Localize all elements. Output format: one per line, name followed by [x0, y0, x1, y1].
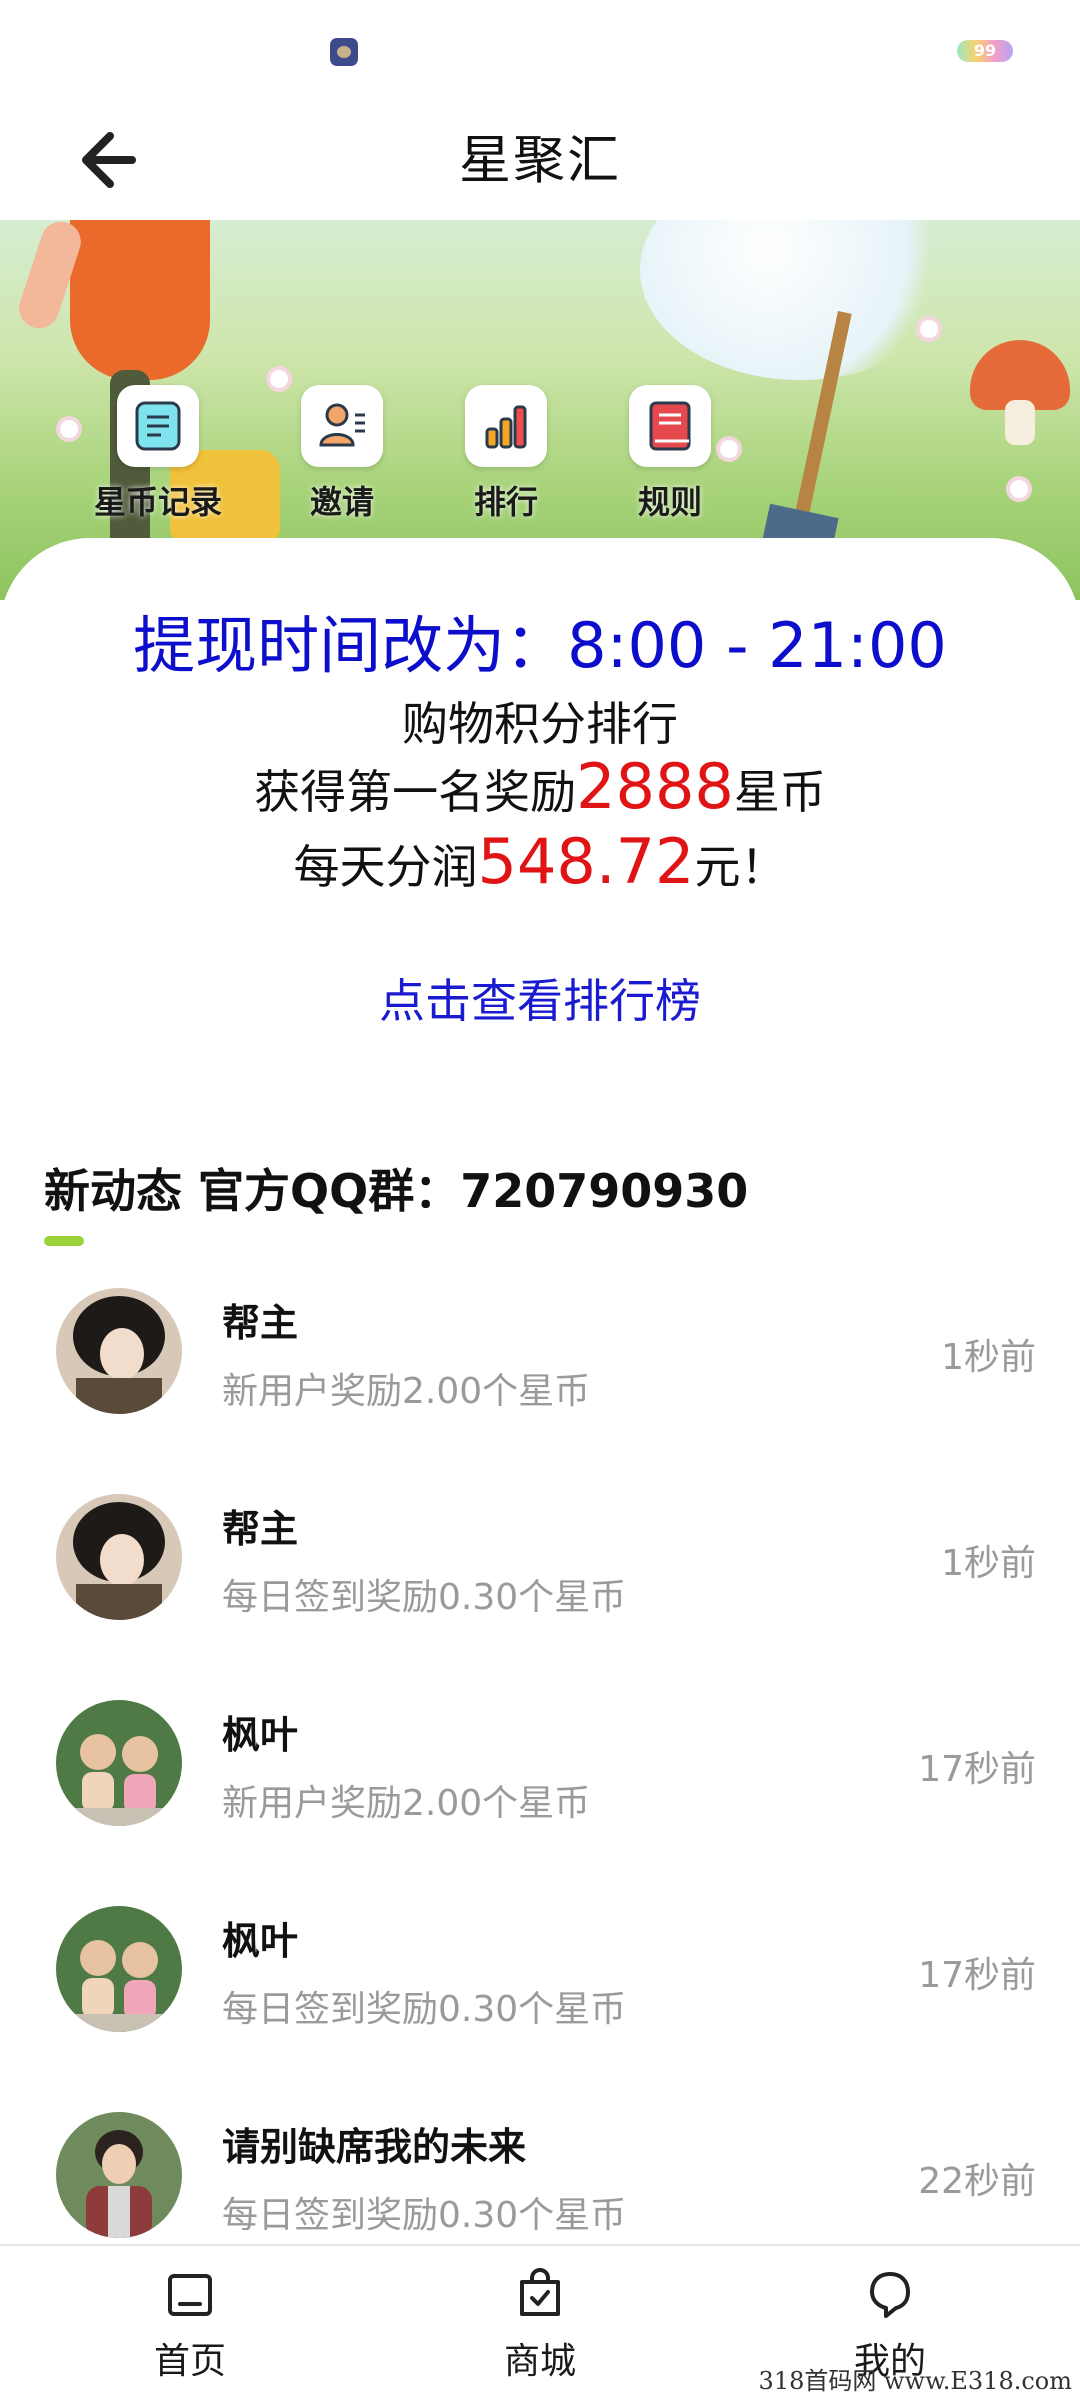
feed-user-name: 枫叶 — [222, 1713, 299, 1757]
quick-item-invite[interactable]: 邀请 — [262, 385, 422, 545]
nav-label: 商城 — [503, 2341, 576, 2382]
avatar — [56, 1906, 182, 2032]
quick-item-label: 排行 — [473, 483, 538, 521]
feed-time: 17秒前 — [918, 1955, 1036, 1996]
nav-label: 首页 — [153, 2341, 226, 2382]
profile-icon — [870, 2272, 910, 2318]
feed-time: 1秒前 — [941, 1337, 1036, 1378]
feed-user-name: 帮主 — [222, 1507, 299, 1551]
home-icon — [168, 2274, 212, 2316]
avatar — [56, 1700, 182, 1826]
quick-item-ranking[interactable]: 排行 — [426, 385, 586, 545]
feed-item[interactable]: 帮主 每日签到奖励0.30个星币 1秒前 — [0, 1476, 1080, 1682]
quick-item-star-coin-record[interactable]: 星币记录 — [78, 385, 238, 545]
daily-share-amount: 548.72 — [477, 825, 695, 898]
quick-item-label: 邀请 — [309, 483, 374, 521]
avatar — [56, 1494, 182, 1620]
notice-daily-share-suffix: 元！ — [694, 840, 787, 894]
page-title: 星聚汇 — [458, 131, 621, 191]
feed-description: 新用户奖励2.00个星币 — [222, 1371, 591, 1412]
feed-description: 每日签到奖励0.30个星币 — [222, 1989, 627, 2030]
invite-user-icon — [319, 403, 365, 447]
quick-item-rules[interactable]: 规则 — [590, 385, 750, 545]
bar-chart-icon — [485, 405, 527, 449]
notice-first-prize-suffix: 星币 — [733, 765, 826, 819]
notice-shopping-ranking: 购物积分排行 — [402, 697, 678, 751]
rule-book-icon — [649, 401, 691, 451]
feed-item[interactable]: 枫叶 新用户奖励2.00个星币 17秒前 — [0, 1682, 1080, 1888]
notice-daily-share-prefix: 每天分润 — [293, 840, 478, 894]
feed-time: 17秒前 — [918, 1749, 1036, 1790]
notification-app-icon — [330, 38, 358, 66]
feed-item[interactable]: 帮主 新用户奖励2.00个星币 1秒前 — [0, 1270, 1080, 1476]
avatar — [56, 1288, 182, 1414]
notice-first-prize-prefix: 获得第一名奖励 — [254, 765, 577, 819]
quick-item-label: 规则 — [637, 483, 702, 521]
view-ranking-link[interactable]: 点击查看排行榜 — [0, 965, 1080, 1031]
feed-description: 每日签到奖励0.30个星币 — [222, 1577, 627, 1618]
first-prize-amount: 2888 — [576, 750, 734, 823]
nav-home[interactable]: 首页 — [90, 2246, 290, 2402]
feed-user-name: 帮主 — [222, 1301, 299, 1345]
feed-title: 新动态 官方QQ群：720790930 — [44, 1164, 749, 1218]
site-watermark: 318首码网 www.E318.com — [758, 2367, 1072, 2395]
feed-time: 22秒前 — [918, 2161, 1036, 2202]
withdrawal-time-notice: 提现时间改为：8:00 - 21:00 — [133, 609, 947, 682]
feed-description: 每日签到奖励0.30个星币 — [222, 2195, 627, 2236]
feed-user-name: 枫叶 — [222, 1919, 299, 1963]
quick-item-label: 星币记录 — [93, 483, 222, 521]
feed-title-underline — [44, 1236, 84, 1246]
quick-menu: 星币记录 邀请 排行 规则 — [0, 385, 1080, 545]
battery-indicator: 99 — [957, 40, 1013, 62]
feed-description: 新用户奖励2.00个星币 — [222, 1783, 591, 1824]
feed-item[interactable]: 枫叶 每日签到奖励0.30个星币 17秒前 — [0, 1888, 1080, 2094]
feed-user-name: 请别缺席我的未来 — [222, 2125, 527, 2169]
shopping-bag-icon — [520, 2268, 560, 2316]
nav-mall[interactable]: 商城 — [440, 2246, 640, 2402]
notice-daily-share: 每天分润548.72元！ — [0, 825, 1080, 898]
app-header: 星聚汇 — [0, 100, 1080, 220]
avatar — [56, 2112, 182, 2238]
notice-first-prize: 获得第一名奖励2888星币 — [0, 750, 1080, 823]
status-bar: 99 — [0, 0, 1080, 100]
document-icon — [135, 401, 181, 451]
feed-time: 1秒前 — [941, 1543, 1036, 1584]
